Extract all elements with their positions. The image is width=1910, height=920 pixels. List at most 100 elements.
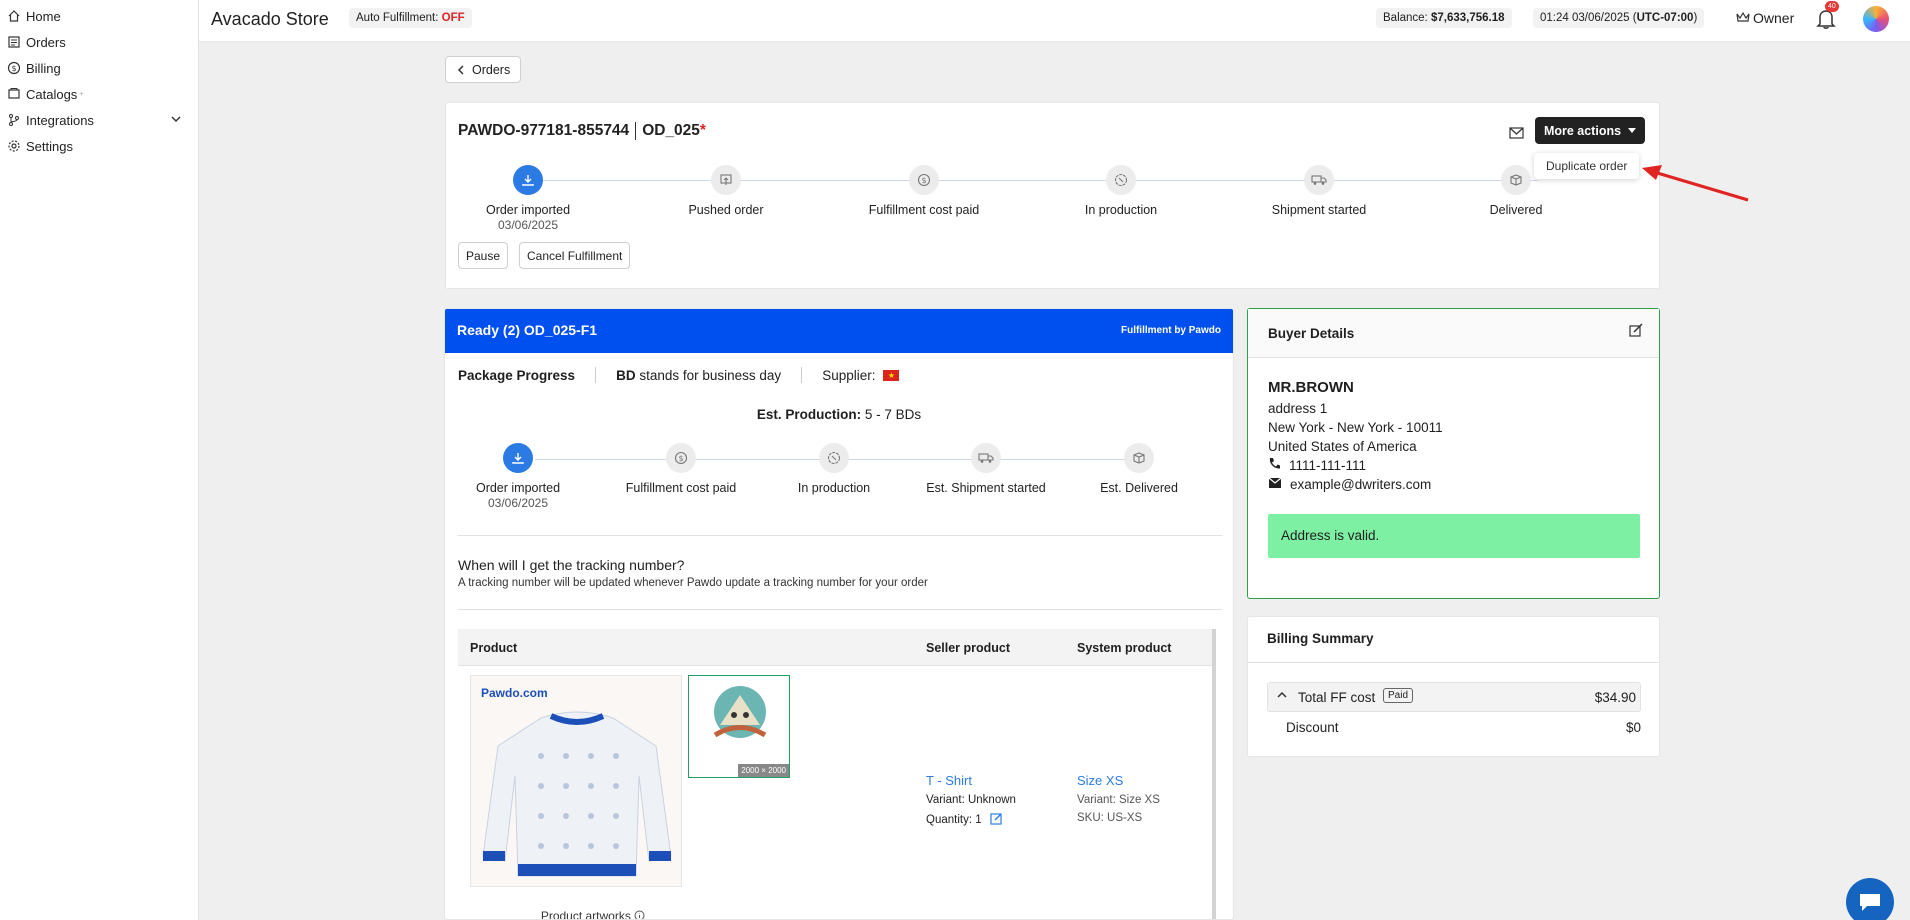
push-icon bbox=[711, 165, 741, 195]
balance-value: $7,633,756.18 bbox=[1430, 12, 1505, 24]
sidebar-item-label: Catalogs bbox=[26, 86, 78, 102]
seller-variant: Variant: Unknown bbox=[926, 794, 1016, 806]
buyer-address: address 1 bbox=[1268, 401, 1328, 416]
divider bbox=[458, 535, 1222, 536]
email-icon bbox=[1268, 475, 1282, 494]
buyer-email: example@dwriters.com bbox=[1290, 477, 1432, 492]
artwork-dimensions: 2000 × 2000 bbox=[738, 764, 789, 777]
total-ff-cost-row[interactable]: Total FF cost Paid $34.90 bbox=[1267, 682, 1641, 712]
order-card: PAWDO-977181-855744 OD_025* More actions … bbox=[445, 102, 1660, 289]
avatar[interactable] bbox=[1863, 6, 1889, 32]
chat-button[interactable] bbox=[1846, 878, 1894, 920]
svg-text:$: $ bbox=[11, 64, 16, 73]
store-name: Avacado Store bbox=[211, 9, 329, 29]
balance-pill[interactable]: Balance: $7,633,756.18 bbox=[1376, 8, 1512, 28]
step-label: Est. Delivered bbox=[1100, 481, 1178, 495]
order-step: $ Fulfillment cost paid bbox=[844, 165, 1004, 217]
edit-icon[interactable] bbox=[990, 812, 1003, 828]
buyer-city: New York - New York - 10011 bbox=[1268, 420, 1443, 435]
package-step: Est. Delivered bbox=[1069, 443, 1209, 495]
sidebar-item-settings[interactable]: Settings bbox=[0, 133, 198, 159]
sidebar-item-label: Integrations bbox=[26, 112, 94, 128]
owner-menu[interactable]: Owner bbox=[1736, 10, 1794, 26]
notification-bell[interactable]: 40 bbox=[1816, 1, 1839, 33]
truck-icon bbox=[1304, 165, 1334, 195]
step-label: In production bbox=[1084, 203, 1158, 217]
sidebar-item-catalogs[interactable]: Catalogs + bbox=[0, 81, 198, 107]
dollar-icon: $ bbox=[6, 60, 22, 76]
supplier-label: Supplier: bbox=[822, 367, 876, 383]
gear-icon bbox=[6, 138, 22, 154]
system-product: Size XS Variant: Size XS SKU: US-XS bbox=[1077, 773, 1160, 824]
email-button[interactable] bbox=[1504, 120, 1529, 145]
back-to-orders-button[interactable]: Orders bbox=[445, 56, 522, 83]
total-label: Total FF cost bbox=[1298, 690, 1376, 705]
auto-ff-value: OFF bbox=[441, 12, 465, 24]
sidebar: Home Orders $ Billing Catalogs + Integra… bbox=[0, 0, 199, 920]
required-star: * bbox=[699, 122, 706, 140]
download-icon bbox=[503, 443, 533, 473]
sidebar-item-label: Settings bbox=[26, 138, 73, 154]
artwork-image-icon bbox=[713, 686, 767, 738]
step-label: In production bbox=[797, 481, 871, 495]
package-header: Ready (2) OD_025-F1 Fulfillment by Pawdo bbox=[445, 309, 1233, 353]
crown-icon bbox=[1736, 10, 1750, 26]
pause-button[interactable]: Pause bbox=[458, 242, 509, 269]
notification-count: 40 bbox=[1825, 1, 1839, 12]
more-actions-button[interactable]: More actions bbox=[1535, 117, 1645, 144]
orders-icon bbox=[6, 34, 22, 50]
product-image[interactable]: Pawdo.com bbox=[470, 675, 682, 887]
cancel-fulfillment-button[interactable]: Cancel Fulfillment bbox=[519, 242, 631, 269]
title-divider bbox=[635, 122, 637, 140]
owner-label: Owner bbox=[1753, 10, 1795, 26]
chevron-up-icon[interactable] bbox=[1276, 689, 1288, 704]
order-step: Shipment started bbox=[1239, 165, 1399, 217]
step-date: 03/06/2025 bbox=[497, 218, 559, 232]
col-seller: Seller product bbox=[926, 641, 1011, 655]
step-label: Fulfillment cost paid bbox=[868, 203, 980, 217]
bd-label: BD bbox=[616, 367, 636, 383]
brand-logo: Pawdo.com bbox=[481, 686, 548, 700]
auto-fulfillment-toggle[interactable]: Auto Fulfillment: OFF bbox=[349, 8, 472, 28]
back-label: Orders bbox=[472, 62, 511, 77]
topbar: Avacado Store Auto Fulfillment: OFF Bala… bbox=[199, 0, 1910, 42]
dollar-icon: $ bbox=[909, 165, 939, 195]
auto-ff-label: Auto Fulfillment: bbox=[356, 12, 439, 24]
branch-icon bbox=[6, 112, 22, 128]
package-info-row: Package Progress BD stands for business … bbox=[458, 367, 900, 383]
seller-quantity: Quantity: 1 bbox=[926, 814, 982, 826]
package-step: Order imported 03/06/2025 bbox=[458, 443, 578, 510]
step-date: 03/06/2025 bbox=[487, 496, 549, 510]
time-close: ) bbox=[1693, 12, 1698, 24]
bd-text: stands for business day bbox=[639, 367, 782, 383]
system-product-link[interactable]: Size XS bbox=[1077, 773, 1160, 788]
sidebar-item-orders[interactable]: Orders bbox=[0, 29, 198, 55]
phone-icon bbox=[1268, 456, 1281, 475]
vietnam-flag-icon: ★ bbox=[883, 369, 900, 381]
col-system: System product bbox=[1077, 641, 1172, 655]
sidebar-item-integrations[interactable]: Integrations bbox=[0, 107, 198, 133]
artwork-thumbnail[interactable]: 2000 × 2000 bbox=[688, 675, 790, 778]
duplicate-order-menu-item[interactable]: Duplicate order bbox=[1534, 153, 1640, 179]
edit-icon[interactable] bbox=[1629, 323, 1643, 340]
package-step: $ Fulfillment cost paid bbox=[611, 443, 751, 495]
buyer-email-row: example@dwriters.com bbox=[1268, 475, 1639, 494]
dollar-icon: $ bbox=[666, 443, 696, 473]
seller-product: T - Shirt Variant: Unknown Quantity: 1 bbox=[926, 773, 1016, 828]
package-progress-label: Package Progress bbox=[458, 367, 576, 383]
time-value: 01:24 03/06/2025 ( bbox=[1540, 12, 1637, 24]
balance-label: Balance: bbox=[1383, 12, 1428, 24]
tracking-description: A tracking number will be updated whenev… bbox=[458, 577, 928, 589]
sidebar-item-billing[interactable]: $ Billing bbox=[0, 55, 198, 81]
buyer-country: United States of America bbox=[1268, 439, 1417, 454]
product-table: Product Seller product System product Pa… bbox=[458, 629, 1216, 919]
sidebar-item-home[interactable]: Home bbox=[0, 3, 198, 29]
buyer-name: MR.BROWN bbox=[1268, 379, 1354, 396]
info-icon[interactable] bbox=[634, 909, 645, 919]
seller-product-link[interactable]: T - Shirt bbox=[926, 773, 1016, 788]
package-title: Ready (2) OD_025-F1 bbox=[457, 322, 598, 338]
step-label: Order imported bbox=[475, 481, 561, 495]
total-amount: $34.90 bbox=[1594, 690, 1636, 705]
buyer-header: Buyer Details bbox=[1248, 309, 1659, 358]
sidebar-item-label: Orders bbox=[26, 34, 66, 50]
